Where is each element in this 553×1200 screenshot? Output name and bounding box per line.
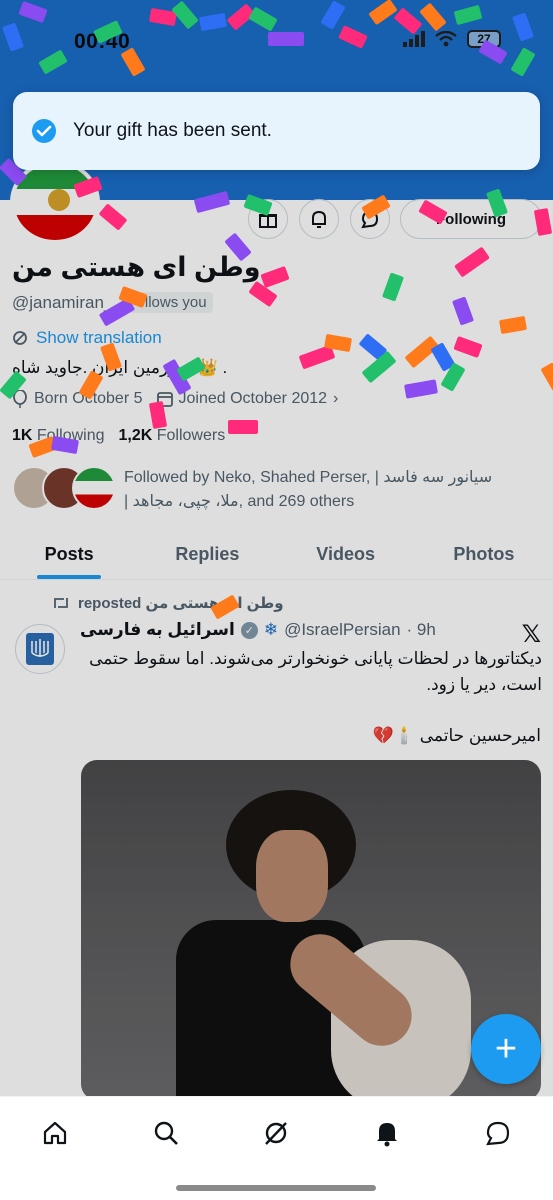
confetti-piece xyxy=(298,344,336,370)
repost-icon xyxy=(54,598,68,608)
message-user-button[interactable] xyxy=(350,199,390,239)
handle-row: @janamiran_ Follows you xyxy=(12,292,213,313)
x-logo-icon: 𝕏 xyxy=(521,621,541,648)
confetti-piece xyxy=(98,203,128,231)
following-button[interactable]: Following xyxy=(400,199,542,239)
grok-icon xyxy=(265,1122,288,1145)
born-item: Born October 5 xyxy=(12,390,143,408)
tab-videos[interactable]: Videos xyxy=(277,530,415,579)
compose-button[interactable]: + xyxy=(471,1014,541,1084)
status-bar: 00:40 27 xyxy=(0,0,553,80)
nav-grok[interactable] xyxy=(254,1111,298,1155)
repost-indicator: reposted وطن ای هستی من xyxy=(52,594,284,612)
followed-by-row[interactable]: Followed by Neko, Shahed Perser, | سیانو… xyxy=(12,466,534,514)
translate-icon xyxy=(13,331,27,345)
show-translation-link[interactable]: Show translation xyxy=(12,328,162,348)
confetti-piece xyxy=(404,379,438,399)
confetti-piece xyxy=(454,246,490,278)
nav-notifications[interactable] xyxy=(365,1111,409,1155)
gift-sent-toast[interactable]: Your gift has been sent. xyxy=(13,92,540,170)
status-icons: 27 xyxy=(403,30,501,48)
confetti-piece xyxy=(228,420,258,434)
confetti-piece xyxy=(358,333,388,361)
menorah-emblem-icon xyxy=(26,633,54,665)
confetti-piece xyxy=(323,333,353,353)
toast-message: Your gift has been sent. xyxy=(73,120,272,141)
post-text: دیکتاتورها در لحظات پایانی خونخوارتر می‌… xyxy=(89,649,542,694)
post-author-name[interactable]: اسرائیل به فارسی xyxy=(80,620,235,640)
snowflake-icon: ❄ xyxy=(263,620,279,639)
confetti-piece xyxy=(404,335,440,369)
post-signature: امیرحسین حاتمی 🕯️💔 xyxy=(372,726,541,745)
gift-icon xyxy=(259,214,277,228)
tab-posts[interactable]: Posts xyxy=(0,530,138,579)
balloon-icon xyxy=(13,390,27,408)
post-header: اسرائیل به فارسی ✓ ❄ @IsraelPersian · 9h xyxy=(80,620,540,640)
check-circle-icon xyxy=(32,119,56,143)
profile-avatar[interactable] xyxy=(10,160,100,244)
verified-badge-icon: ✓ xyxy=(240,621,258,639)
confetti-piece xyxy=(430,342,456,372)
profile-meta: Born October 5 Joined October 2012 › xyxy=(12,390,338,408)
message-icon xyxy=(485,1121,509,1146)
chevron-right-icon[interactable]: › xyxy=(333,390,338,408)
confetti-piece xyxy=(453,335,483,359)
confetti-piece xyxy=(260,265,290,289)
follow-counts: 1K Following 1,2K Followers xyxy=(12,427,225,445)
born-text: Born October 5 xyxy=(34,390,143,407)
home-icon xyxy=(44,1121,67,1145)
bell-icon xyxy=(377,1123,398,1147)
gift-button[interactable] xyxy=(248,199,288,239)
bell-plus-icon xyxy=(312,210,326,228)
following-count-link[interactable]: 1K Following xyxy=(12,427,105,445)
followers-avatars xyxy=(12,466,116,512)
confetti-piece xyxy=(381,272,405,302)
status-time: 00:40 xyxy=(74,30,131,53)
bottom-nav xyxy=(0,1096,553,1200)
confetti-piece xyxy=(451,296,475,326)
battery-icon: 27 xyxy=(467,30,501,48)
message-icon xyxy=(361,210,379,229)
search-icon xyxy=(154,1121,178,1145)
follows-you-badge: Follows you xyxy=(121,292,213,313)
confetti-piece xyxy=(248,280,278,308)
calendar-icon xyxy=(156,392,173,407)
joined-item: Joined October 2012 › xyxy=(156,390,338,408)
followed-by-text: Followed by Neko, Shahed Perser, | سیانو… xyxy=(124,469,493,510)
nav-home[interactable] xyxy=(33,1111,77,1155)
nav-search[interactable] xyxy=(144,1111,188,1155)
lion-and-sun-emblem xyxy=(48,189,70,212)
confetti-piece xyxy=(361,350,397,384)
joined-text: Joined October 2012 xyxy=(178,390,328,407)
followers-count-link[interactable]: 1,2K Followers xyxy=(119,427,226,445)
profile-bio: سرزمین ایران .جاوید شاه 👑 . xyxy=(12,358,228,377)
tab-photos[interactable]: Photos xyxy=(415,530,553,579)
post-time: · 9h xyxy=(406,620,436,639)
nav-messages[interactable] xyxy=(476,1111,520,1155)
confetti-piece xyxy=(498,315,528,335)
notify-button[interactable] xyxy=(299,199,339,239)
confetti-piece xyxy=(540,362,553,392)
home-indicator xyxy=(176,1185,376,1191)
post-author-avatar[interactable] xyxy=(15,624,65,674)
mini-avatar xyxy=(72,466,116,510)
wifi-icon xyxy=(435,31,457,47)
signal-icon xyxy=(403,31,425,47)
show-translation-label: Show translation xyxy=(36,328,162,347)
tab-replies[interactable]: Replies xyxy=(138,530,276,579)
profile-tabs: Posts Replies Videos Photos xyxy=(0,530,553,580)
profile-handle: @janamiran_ xyxy=(12,292,114,312)
profile-name: وطن ای هستی من xyxy=(12,252,261,282)
confetti-piece xyxy=(440,362,466,392)
post-author-handle[interactable]: @IsraelPersian xyxy=(284,620,400,640)
